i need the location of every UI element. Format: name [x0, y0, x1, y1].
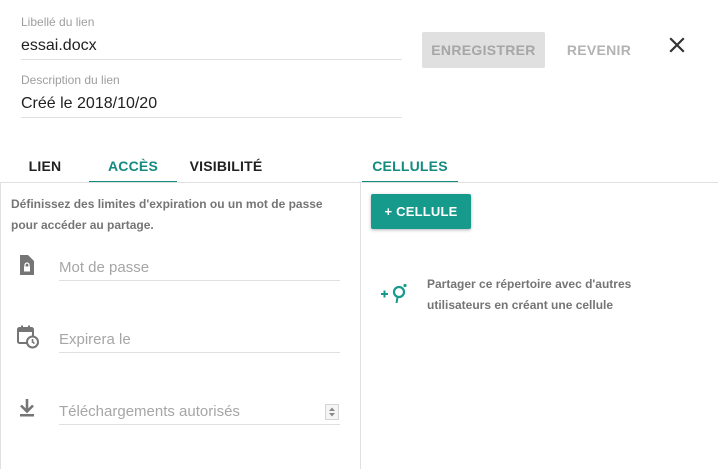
tabs-divider — [0, 182, 718, 183]
tab-visibility[interactable]: VISIBILITÉ — [180, 150, 272, 183]
password-underline — [59, 280, 340, 281]
tab-access-label: ACCÈS — [107, 158, 158, 174]
download-icon — [16, 397, 38, 419]
panel-divider — [360, 183, 361, 469]
add-cell-button[interactable]: + CELLULE — [371, 194, 471, 229]
link-label-caption: Libellé du lien — [21, 15, 95, 29]
link-description-underline — [21, 117, 402, 118]
number-spinner[interactable] — [325, 404, 339, 420]
tab-cells[interactable]: CELLULES — [362, 150, 458, 183]
left-panel-border — [0, 183, 1, 469]
expiration-date-input[interactable]: Expirera le — [59, 325, 340, 353]
save-button[interactable]: ENREGISTRER — [422, 32, 545, 68]
link-description-value[interactable]: Créé le 2018/10/20 — [21, 95, 157, 113]
link-description-caption: Description du lien — [21, 73, 120, 87]
lock-file-icon — [16, 254, 38, 276]
access-description: Définissez des limites d'expiration ou u… — [11, 197, 323, 232]
expiration-underline — [59, 352, 340, 353]
tab-link[interactable]: LIEN — [15, 150, 75, 183]
downloads-placeholder: Téléchargements autorisés — [59, 403, 240, 420]
add-cell-icon — [380, 282, 410, 306]
close-icon[interactable] — [665, 33, 689, 57]
calendar-clock-icon — [16, 325, 39, 349]
tab-access[interactable]: ACCÈS — [89, 150, 177, 183]
link-description-field[interactable]: Description du lien Créé le 2018/10/20 — [21, 73, 402, 119]
downloads-allowed-input[interactable]: Téléchargements autorisés — [59, 397, 340, 425]
share-cell-hint: Partager ce répertoire avec d'autres uti… — [427, 277, 632, 312]
tab-link-label: LIEN — [28, 158, 62, 174]
tab-cells-label: CELLULES — [372, 158, 448, 174]
link-label-underline — [21, 59, 402, 60]
link-label-value[interactable]: essai.docx — [21, 37, 97, 55]
tab-visibility-label: VISIBILITÉ — [189, 158, 263, 174]
password-placeholder: Mot de passe — [59, 259, 150, 276]
downloads-underline — [59, 424, 340, 425]
link-label-field[interactable]: Libellé du lien essai.docx — [21, 15, 402, 61]
share-dialog-header: Libellé du lien essai.docx Description d… — [0, 0, 718, 183]
password-input[interactable]: Mot de passe — [59, 253, 340, 281]
revert-button[interactable]: REVENIR — [559, 32, 639, 68]
expiration-placeholder: Expirera le — [59, 331, 131, 348]
